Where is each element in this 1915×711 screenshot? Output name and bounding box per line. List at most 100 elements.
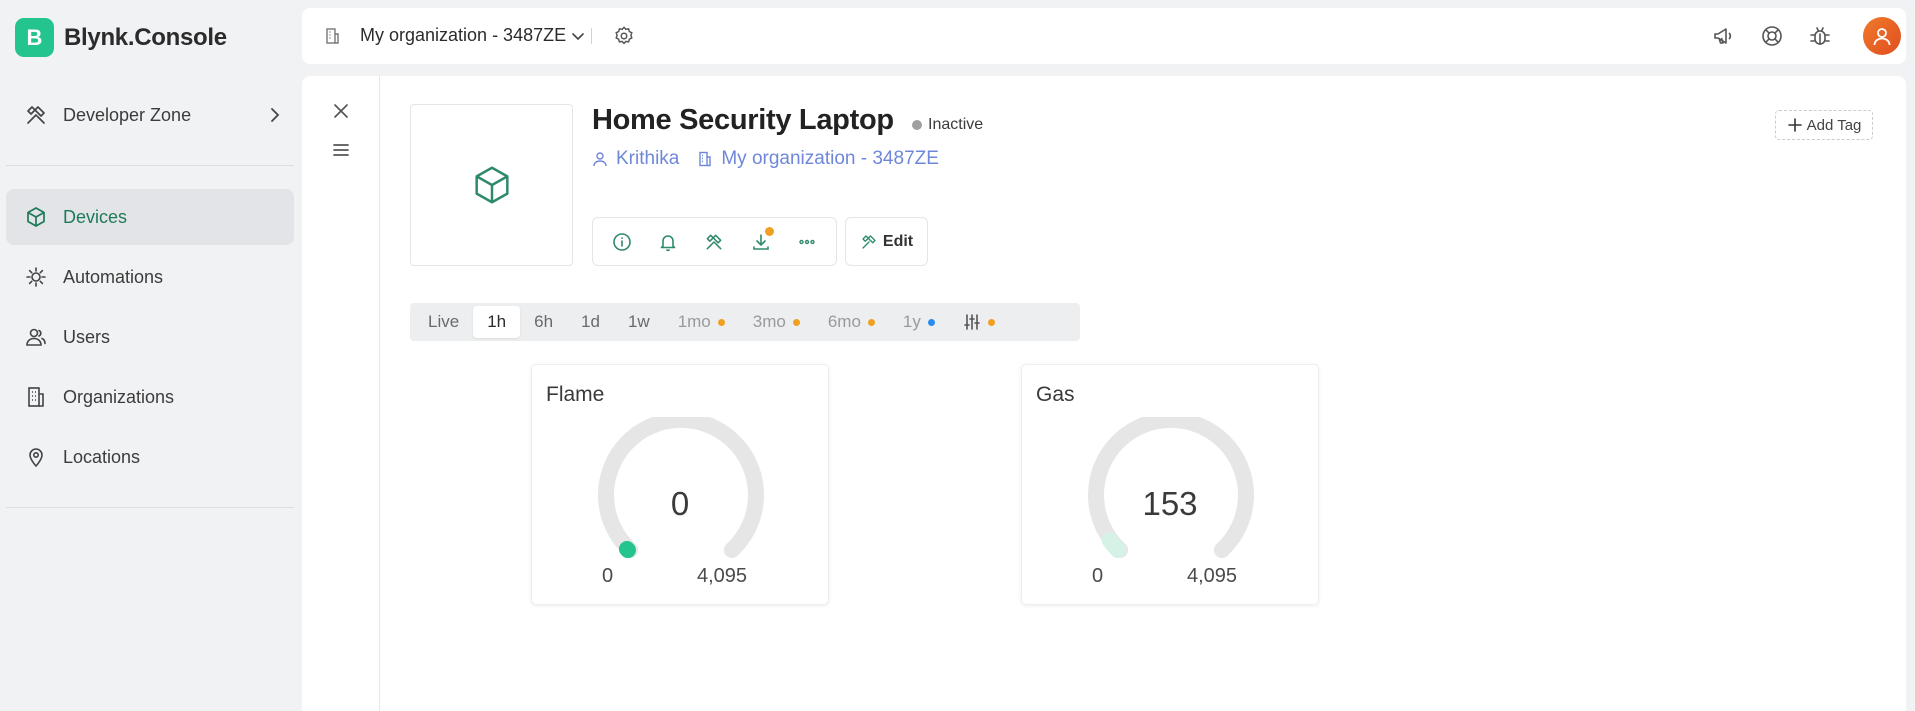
add-tag-label: Add Tag [1806,116,1862,134]
widget-title: Flame [546,383,605,406]
gear-icon[interactable] [613,25,635,47]
time-range-1h[interactable]: 1h [473,306,521,338]
sidebar-item-label: Users [63,326,111,347]
app-logo[interactable]: B Blynk.Console [15,18,227,57]
range-status-dot [927,318,935,326]
location-pin-icon [24,445,48,469]
time-range-1mo[interactable]: 1mo [664,306,739,338]
more-icon [799,239,815,244]
bell-icon [660,234,676,251]
sliders-icon [964,314,980,330]
building-icon [699,151,712,167]
range-status-dot [792,318,800,326]
widget-title: Gas [1036,383,1075,406]
gauge-min: 0 [602,565,614,587]
sidebar: B Blynk.Console Developer Zone Devices A… [0,0,302,711]
gauge-max: 4,095 [697,565,748,587]
close-icon[interactable] [332,102,350,120]
sidebar-divider [6,507,294,508]
time-range-label: 1y [902,312,921,331]
time-range-label: 1w [627,312,650,331]
time-range-6mo[interactable]: 6mo [814,306,889,338]
gauge-value: 153 [1142,485,1198,522]
sidebar-divider [6,165,294,166]
sidebar-item-developer-zone[interactable]: Developer Zone [6,87,294,143]
users-icon [24,325,48,349]
organization-name: My organization - 3487ZE [360,25,567,45]
bug-icon[interactable] [1808,24,1832,48]
gauge-value: 0 [670,485,690,522]
widget-gas[interactable]: Gas 153 0 4,095 [1021,364,1319,605]
tools-icon [24,103,48,127]
edit-icon [862,234,876,249]
sidebar-item-label: Devices [63,206,128,227]
time-range-1y[interactable]: 1y [889,306,949,338]
device-actions [592,217,837,266]
building-icon [324,27,340,45]
time-range-Live[interactable]: Live [414,306,473,338]
sidebar-item-label: Automations [63,266,164,287]
info-button[interactable] [608,228,636,256]
panel-rail [302,76,380,711]
automation-icon [24,265,48,289]
logo-mark: B [15,18,54,57]
device-panel: Home Security Laptop Inactive Krithika M… [302,76,1906,711]
range-status-dot [867,318,875,326]
app-title: Blynk.Console [64,23,227,51]
edit-label: Edit [882,232,914,250]
notifications-button[interactable] [654,228,682,256]
sidebar-item-organizations[interactable]: Organizations [6,369,294,425]
status-badge: Inactive [912,116,983,134]
device-owner-link[interactable]: Krithika [592,148,679,170]
gauge-min: 0 [1092,565,1104,587]
avatar[interactable] [1863,17,1901,55]
sidebar-item-devices[interactable]: Devices [6,189,294,245]
range-status-dot [987,318,995,326]
tools-icon [707,234,722,249]
status-dot [912,120,922,130]
separator [591,28,592,44]
megaphone-icon[interactable] [1712,24,1736,48]
cube-icon [474,166,509,204]
info-icon [613,232,631,251]
custom-range-button[interactable] [949,306,1009,338]
download-button[interactable] [747,226,775,256]
edit-button[interactable]: Edit [845,217,928,266]
gauge-fill [618,541,636,559]
organization-selector[interactable]: My organization - 3487ZE [360,25,585,46]
time-range-label: 6mo [827,312,861,331]
widget-flame[interactable]: Flame 0 0 4,095 [531,364,829,605]
time-range-label: 1mo [677,312,711,331]
time-range-1d[interactable]: 1d [567,306,614,338]
sidebar-item-automations[interactable]: Automations [6,249,294,305]
cube-icon [24,205,48,229]
gauge-max: 4,095 [1187,565,1238,587]
more-button[interactable] [793,228,821,256]
sidebar-item-label: Locations [63,446,141,467]
device-image [410,104,573,266]
owner-name: Krithika [616,148,680,169]
time-range-1w[interactable]: 1w [614,306,664,338]
time-range-6h[interactable]: 6h [520,306,567,338]
time-range-3mo[interactable]: 3mo [739,306,814,338]
sidebar-item-locations[interactable]: Locations [6,429,294,485]
top-bar: My organization - 3487ZE [302,8,1906,64]
sidebar-item-users[interactable]: Users [6,309,294,365]
developer-tools-button[interactable] [700,228,728,256]
time-range-selector: Live 1h 6h 1d 1w 1mo 3mo 6mo 1y [410,303,1080,341]
chevron-right-icon [266,106,284,124]
building-icon [24,385,48,409]
status-label: Inactive [928,116,984,133]
gauge-fill [1101,532,1126,559]
device-meta: Krithika My organization - 3487ZE [592,148,939,170]
time-range-label: 1h [487,312,507,331]
add-tag-button[interactable]: Add Tag [1775,110,1873,140]
device-organization-link[interactable]: My organization - 3487ZE [697,148,939,170]
device-name: Home Security Laptop [592,104,894,136]
help-lifebuoy-icon[interactable] [1760,24,1784,48]
sidebar-item-label: Organizations [63,386,175,407]
organization-name: My organization - 3487ZE [721,148,939,169]
time-range-label: Live [428,312,460,331]
time-range-label: 6h [534,312,554,331]
menu-icon[interactable] [332,141,350,159]
